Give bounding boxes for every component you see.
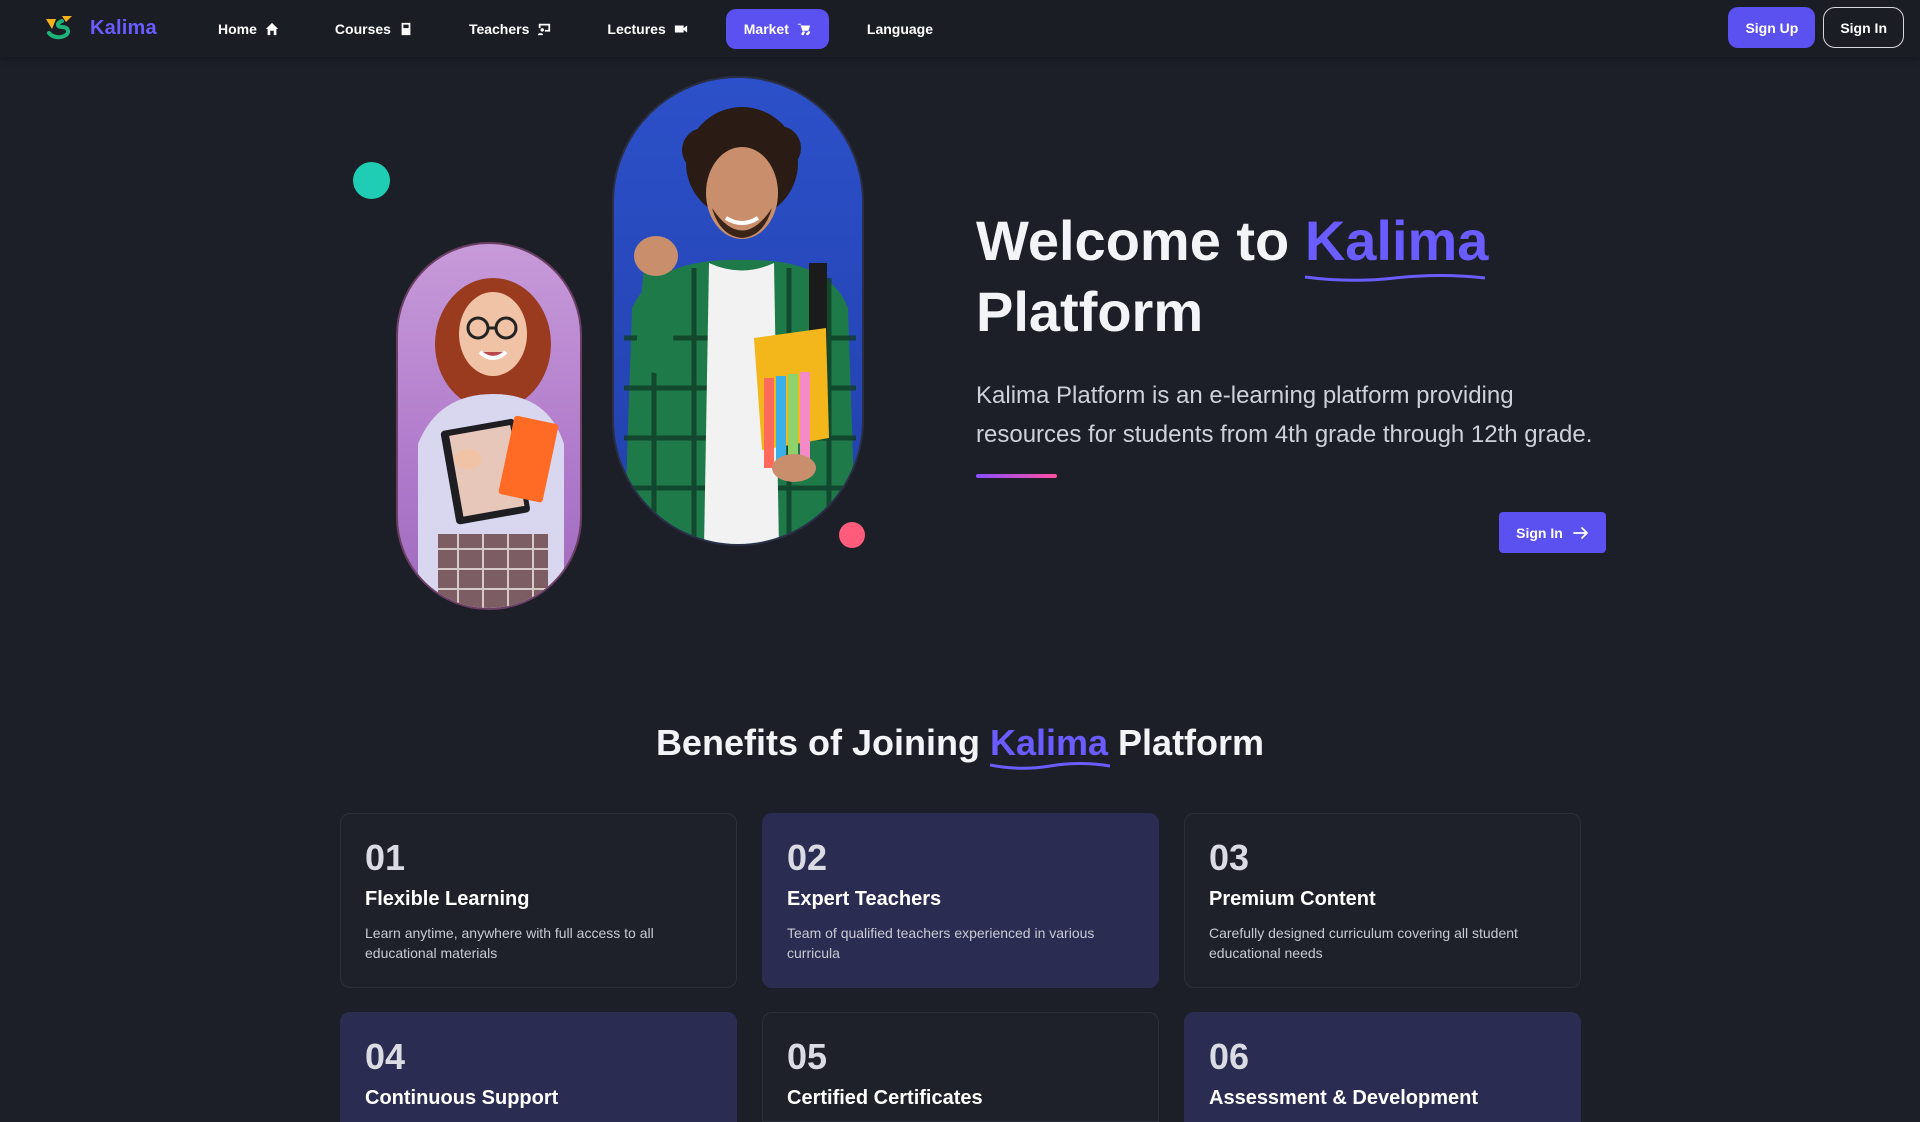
benefit-card-assessment-development: 06 Assessment & Development: [1184, 1012, 1581, 1122]
hero-signin-button[interactable]: Sign In: [1499, 512, 1606, 553]
arrow-right-icon: [1572, 526, 1588, 539]
wavy-underline-icon: [989, 762, 1110, 770]
nav-item-label: Courses: [334, 21, 391, 37]
student-boy-photo: [612, 76, 864, 546]
book-icon: [401, 22, 411, 36]
student-girl-illustration: [418, 278, 564, 608]
hero-signin-label: Sign In: [1516, 524, 1563, 541]
card-number: 02: [787, 837, 828, 878]
nav-item-home[interactable]: Home: [200, 9, 297, 49]
cart-icon: [797, 23, 811, 36]
hero-title-accent-text: Kalima: [1304, 209, 1489, 272]
benefit-card-flexible-learning: 01 Flexible Learning Learn anytime, anyw…: [340, 813, 737, 988]
decorative-pink-dot: [839, 522, 865, 548]
card-description: Carefully designed curriculum covering a…: [1209, 925, 1518, 961]
card-title: Flexible Learning: [365, 888, 530, 910]
decorative-teal-dot: [353, 162, 390, 199]
nav-item-market[interactable]: Market: [725, 9, 829, 49]
student-boy-illustration: [624, 107, 856, 544]
hero-description: Kalima Platform is an e-learning platfor…: [976, 382, 1593, 448]
signup-button[interactable]: Sign Up: [1728, 7, 1816, 48]
card-title: Expert Teachers: [787, 888, 942, 910]
nav-menu: Home Courses Teachers Lectures Market La…: [200, 9, 971, 49]
card-title: Premium Content: [1209, 888, 1376, 910]
brand-name: Kalima: [90, 16, 157, 39]
card-description: Team of qualified teachers experienced i…: [787, 925, 1095, 961]
hero-title-accent: Kalima: [1304, 205, 1489, 282]
home-icon: [265, 22, 279, 36]
card-description: Learn anytime, anywhere with full access…: [365, 925, 654, 961]
auth-buttons: Sign Up Sign In: [1728, 7, 1904, 48]
nav-item-teachers[interactable]: Teachers: [451, 9, 569, 49]
card-number: 04: [365, 1036, 406, 1077]
benefits-title-accent-text: Kalima: [989, 722, 1109, 763]
kalima-logo-icon: [46, 16, 72, 40]
nav-item-label: Market: [743, 21, 789, 37]
card-number: 06: [1209, 1036, 1250, 1077]
nav-item-label: Lectures: [607, 21, 666, 37]
nav-item-language[interactable]: Language: [849, 9, 951, 49]
hero-title: Welcome to Kalima Platform: [976, 205, 1676, 347]
hero-divider: [976, 474, 1057, 478]
card-number: 01: [365, 837, 406, 878]
nav-item-label: Home: [218, 21, 257, 37]
benefits-title-accent: Kalima: [989, 722, 1110, 770]
card-title: Certified Certificates: [787, 1087, 983, 1109]
nav-item-label: Teachers: [468, 21, 530, 37]
student-girl-photo: [396, 242, 582, 610]
brand-logo[interactable]: Kalima: [42, 13, 157, 43]
benefit-card-certified-certificates: 05 Certified Certificates: [762, 1012, 1159, 1122]
card-title: Assessment & Development: [1209, 1087, 1478, 1109]
benefits-title: Benefits of Joining Kalima Platform: [0, 722, 1920, 770]
benefit-card-expert-teachers: 02 Expert Teachers Team of qualified tea…: [762, 813, 1159, 988]
chalkboard-icon: [538, 23, 551, 36]
benefit-card-premium-content: 03 Premium Content Carefully designed cu…: [1184, 813, 1581, 988]
nav-item-label: Language: [866, 21, 934, 37]
nav-item-courses[interactable]: Courses: [317, 9, 431, 49]
top-navbar: Kalima Home Courses Teachers Lectures Ma…: [0, 0, 1920, 57]
hero-title-suffix: Platform: [976, 280, 1204, 343]
card-number: 05: [787, 1036, 828, 1077]
benefits-title-suffix: Platform: [1118, 722, 1265, 763]
nav-item-lectures[interactable]: Lectures: [589, 9, 705, 49]
benefits-title-prefix: Benefits of Joining: [655, 722, 980, 763]
benefit-card-continuous-support: 04 Continuous Support: [340, 1012, 737, 1122]
card-number: 03: [1209, 837, 1250, 878]
signin-button[interactable]: Sign In: [1823, 7, 1904, 48]
card-title: Continuous Support: [365, 1087, 559, 1109]
video-icon: [674, 25, 687, 33]
hero-title-prefix: Welcome to: [976, 209, 1290, 272]
wavy-underline-icon: [1304, 274, 1485, 282]
